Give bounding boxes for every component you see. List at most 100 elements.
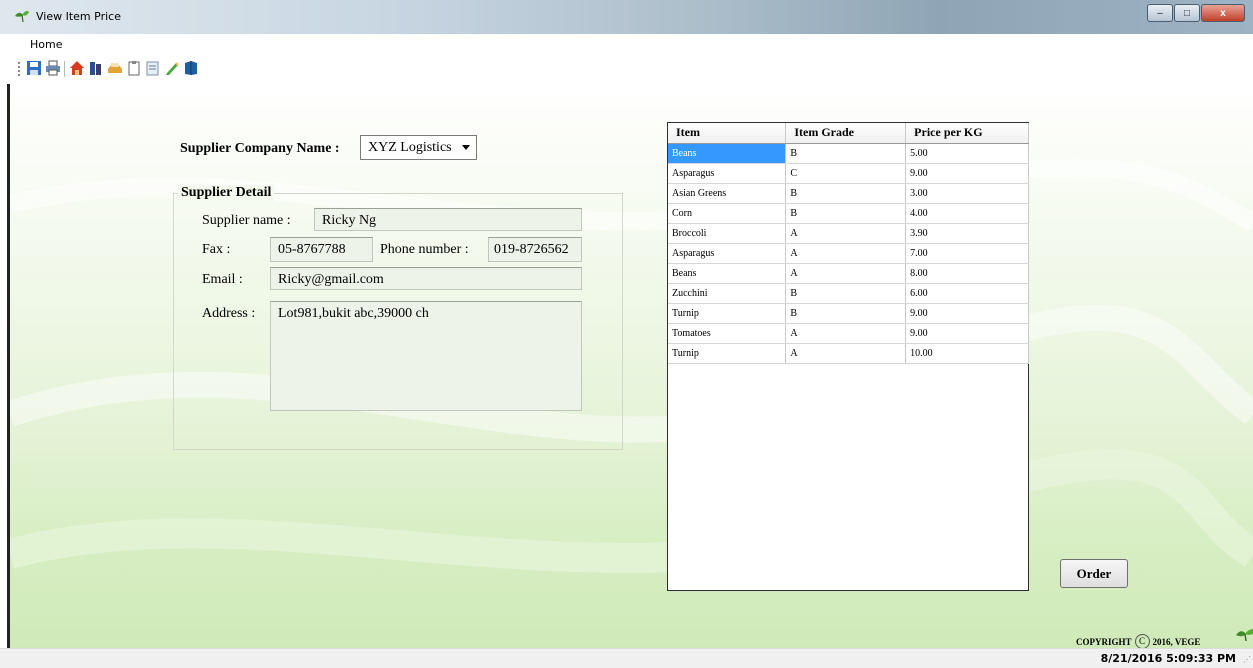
price-cell[interactable]: 3.00 — [905, 183, 1029, 204]
email-value: Ricky@gmail.com — [278, 272, 384, 287]
chevron-down-icon[interactable] — [462, 145, 470, 150]
table-row[interactable]: Zucchini B 6.00 — [668, 283, 1029, 304]
toolbar-grip[interactable] — [18, 62, 21, 76]
book-icon[interactable] — [183, 60, 199, 76]
clipboard-icon[interactable] — [126, 60, 142, 76]
grade-cell[interactable]: A — [785, 243, 907, 264]
price-cell[interactable]: 9.00 — [905, 303, 1029, 324]
window-controls: – □ x — [1146, 4, 1245, 22]
home-icon[interactable] — [69, 60, 85, 76]
toolbar-separator — [64, 61, 65, 77]
copyright-notice: COPYRIGHT C 2016, VEGE — [1076, 634, 1200, 648]
copyright-prefix: COPYRIGHT — [1076, 636, 1132, 647]
table-row[interactable]: Corn B 4.00 — [668, 203, 1029, 224]
menu-item-home[interactable]: Home — [30, 38, 62, 51]
grid-header-row: Item Item Grade Price per KG — [668, 123, 1029, 144]
item-cell[interactable]: Tomatoes — [668, 323, 787, 344]
item-cell[interactable]: Corn — [668, 203, 787, 224]
main-panel: Supplier Company Name : XYZ Logistics Su… — [10, 84, 1253, 648]
phone-number-label: Phone number : — [380, 242, 469, 257]
item-cell[interactable]: Beans — [668, 263, 787, 284]
price-cell[interactable]: 10.00 — [905, 343, 1029, 364]
item-cell[interactable]: Asian Greens — [668, 183, 787, 204]
item-price-grid[interactable]: Item Item Grade Price per KG Beans B 5.00 … — [667, 122, 1029, 591]
item-cell[interactable]: Turnip — [668, 343, 787, 364]
phone-number-value: 019-8726562 — [494, 242, 569, 257]
column-header-item[interactable]: Item — [668, 123, 787, 144]
toolbar — [0, 54, 1253, 84]
address-label: Address : — [202, 306, 256, 321]
table-row[interactable]: Turnip A 10.00 — [668, 343, 1029, 364]
column-header-price[interactable]: Price per KG — [905, 123, 1029, 144]
minimize-button[interactable]: – — [1147, 4, 1173, 22]
item-cell[interactable]: Beans — [668, 143, 787, 164]
price-cell[interactable]: 9.00 — [905, 163, 1029, 184]
supplier-company-select[interactable]: XYZ Logistics — [360, 135, 477, 160]
item-cell[interactable]: Asparagus — [668, 243, 787, 264]
title-bar: View Item Price – □ x — [0, 0, 1253, 34]
supplier-company-label: Supplier Company Name : — [180, 141, 340, 156]
table-row[interactable]: Tomatoes A 9.00 — [668, 323, 1029, 344]
supplier-name-label: Supplier name : — [202, 213, 291, 228]
grade-cell[interactable]: B — [785, 283, 907, 304]
grade-cell[interactable]: B — [785, 203, 907, 224]
address-value: Lot981,bukit abc,39000 ch — [278, 306, 429, 321]
table-row[interactable]: Asparagus A 7.00 — [668, 243, 1029, 264]
table-row[interactable]: Beans B 5.00 — [668, 143, 1029, 164]
copyright-suffix: 2016, VEGE — [1152, 636, 1201, 647]
table-row[interactable]: Asian Greens B 3.00 — [668, 183, 1029, 204]
item-cell[interactable]: Zucchini — [668, 283, 787, 304]
supplier-company-value: XYZ Logistics — [368, 140, 452, 155]
item-price-table: Item Item Grade Price per KG Beans B 5.00 … — [668, 123, 1029, 364]
fax-field[interactable]: 05-8767788 — [270, 237, 373, 262]
supplier-name-value: Ricky Ng — [322, 213, 377, 228]
email-field[interactable]: Ricky@gmail.com — [270, 267, 582, 290]
pencil-icon[interactable] — [164, 60, 180, 76]
save-icon[interactable] — [26, 60, 42, 76]
order-button[interactable]: Order — [1060, 559, 1128, 588]
leaf-logo-icon — [1236, 629, 1253, 641]
tray-icon[interactable] — [107, 60, 123, 76]
price-cell[interactable]: 5.00 — [905, 143, 1029, 164]
table-row[interactable]: Broccoli A 3.90 — [668, 223, 1029, 244]
grade-cell[interactable]: A — [785, 323, 907, 344]
grade-cell[interactable]: A — [785, 263, 907, 284]
grade-cell[interactable]: A — [785, 343, 907, 364]
table-row[interactable]: Beans A 8.00 — [668, 263, 1029, 284]
grade-cell[interactable]: C — [785, 163, 907, 184]
column-header-item-grade[interactable]: Item Grade — [785, 123, 907, 144]
email-label: Email : — [202, 272, 243, 287]
maximize-button[interactable]: □ — [1174, 4, 1200, 22]
grade-cell[interactable]: B — [785, 303, 907, 324]
books-icon[interactable] — [88, 60, 104, 76]
close-button[interactable]: x — [1201, 4, 1245, 22]
price-cell[interactable]: 6.00 — [905, 283, 1029, 304]
fax-label: Fax : — [202, 242, 231, 257]
grade-cell[interactable]: B — [785, 143, 907, 164]
status-bar: 8/21/2016 5:09:33 PM ⋰ — [0, 648, 1253, 668]
status-datetime: 8/21/2016 5:09:33 PM — [1100, 652, 1236, 665]
print-icon[interactable] — [45, 60, 61, 76]
address-field[interactable]: Lot981,bukit abc,39000 ch — [270, 301, 582, 411]
item-cell[interactable]: Broccoli — [668, 223, 787, 244]
price-cell[interactable]: 3.90 — [905, 223, 1029, 244]
resize-grip-icon[interactable]: ⋰ — [1243, 655, 1251, 664]
grade-cell[interactable]: A — [785, 223, 907, 244]
supplier-detail-title: Supplier Detail — [178, 185, 275, 201]
price-cell[interactable]: 7.00 — [905, 243, 1029, 264]
price-cell[interactable]: 8.00 — [905, 263, 1029, 284]
window-left-edge — [0, 84, 10, 648]
table-row[interactable]: Turnip B 9.00 — [668, 303, 1029, 324]
supplier-name-field[interactable]: Ricky Ng — [314, 208, 582, 231]
item-cell[interactable]: Asparagus — [668, 163, 787, 184]
window-title: View Item Price — [36, 10, 121, 23]
menu-bar: Home — [0, 34, 1253, 54]
table-row[interactable]: Asparagus C 9.00 — [668, 163, 1029, 184]
phone-number-field[interactable]: 019-8726562 — [488, 237, 582, 262]
grade-cell[interactable]: B — [785, 183, 907, 204]
item-cell[interactable]: Turnip — [668, 303, 787, 324]
price-cell[interactable]: 4.00 — [905, 203, 1029, 224]
copyright-symbol-icon: C — [1134, 634, 1150, 648]
report-icon[interactable] — [145, 60, 161, 76]
price-cell[interactable]: 9.00 — [905, 323, 1029, 344]
